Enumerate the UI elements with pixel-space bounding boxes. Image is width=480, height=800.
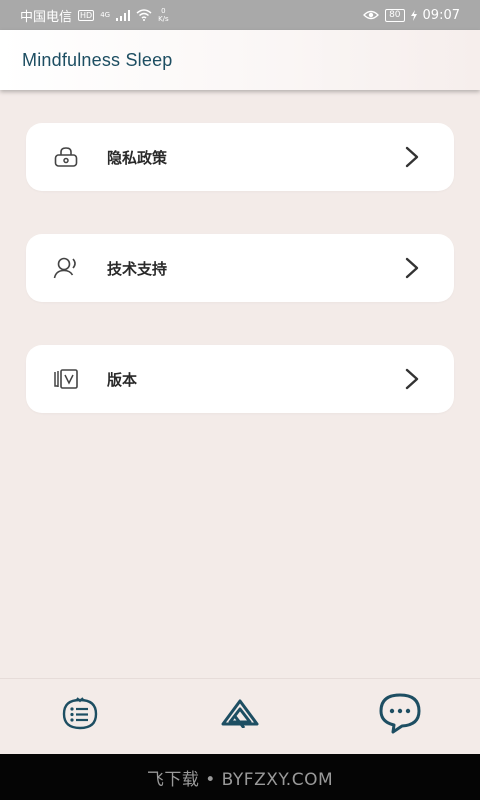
app-header: Mindfulness Sleep (0, 30, 480, 90)
charging-icon (410, 9, 417, 21)
menu-item-version[interactable]: 版本 (26, 345, 454, 413)
mountain-logo-icon (221, 699, 259, 728)
watermark-text: 飞下载 • BYFZXY.COM (146, 769, 334, 790)
menu-item-label: 技术支持 (107, 259, 168, 278)
chevron-right-icon (405, 146, 419, 168)
chevron-right-icon (405, 368, 419, 390)
version-icon (53, 367, 79, 391)
network-speed: 0 K/s (158, 7, 169, 23)
speed-value: 0 (161, 7, 166, 15)
watermark-bar: 飞下载 • BYFZXY.COM (0, 754, 480, 800)
status-right: 80 09:07 (363, 8, 460, 23)
speed-unit: K/s (158, 15, 169, 23)
nav-chat-button[interactable] (378, 691, 422, 735)
chevron-right-icon (405, 257, 419, 279)
network-type: 4G (100, 10, 111, 19)
page-title: Mindfulness Sleep (22, 49, 173, 70)
menu-item-technical-support[interactable]: 技术支持 (26, 234, 454, 302)
nav-home-button[interactable] (218, 691, 262, 735)
status-bar: 中国电信 HD 4G 0 K/s 80 09:07 (0, 0, 480, 30)
status-left: 中国电信 HD 4G 0 K/s (20, 6, 169, 25)
carrier-name: 中国电信 (20, 9, 73, 25)
nav-list-button[interactable] (58, 691, 102, 735)
battery-indicator: 80 (385, 8, 405, 22)
lock-icon (53, 145, 79, 169)
clock: 09:07 (422, 7, 460, 23)
wifi-icon (136, 9, 152, 21)
eye-comfort-icon (363, 10, 379, 20)
signal-icon (116, 9, 131, 21)
hd-badge: HD (78, 9, 95, 21)
list-icon (62, 697, 98, 730)
menu-item-label: 隐私政策 (107, 148, 168, 167)
support-person-icon (53, 256, 79, 280)
bottom-nav (0, 678, 480, 754)
menu-item-label: 版本 (107, 370, 138, 389)
chat-bubble-icon (379, 693, 421, 734)
menu-item-privacy-policy[interactable]: 隐私政策 (26, 123, 454, 191)
